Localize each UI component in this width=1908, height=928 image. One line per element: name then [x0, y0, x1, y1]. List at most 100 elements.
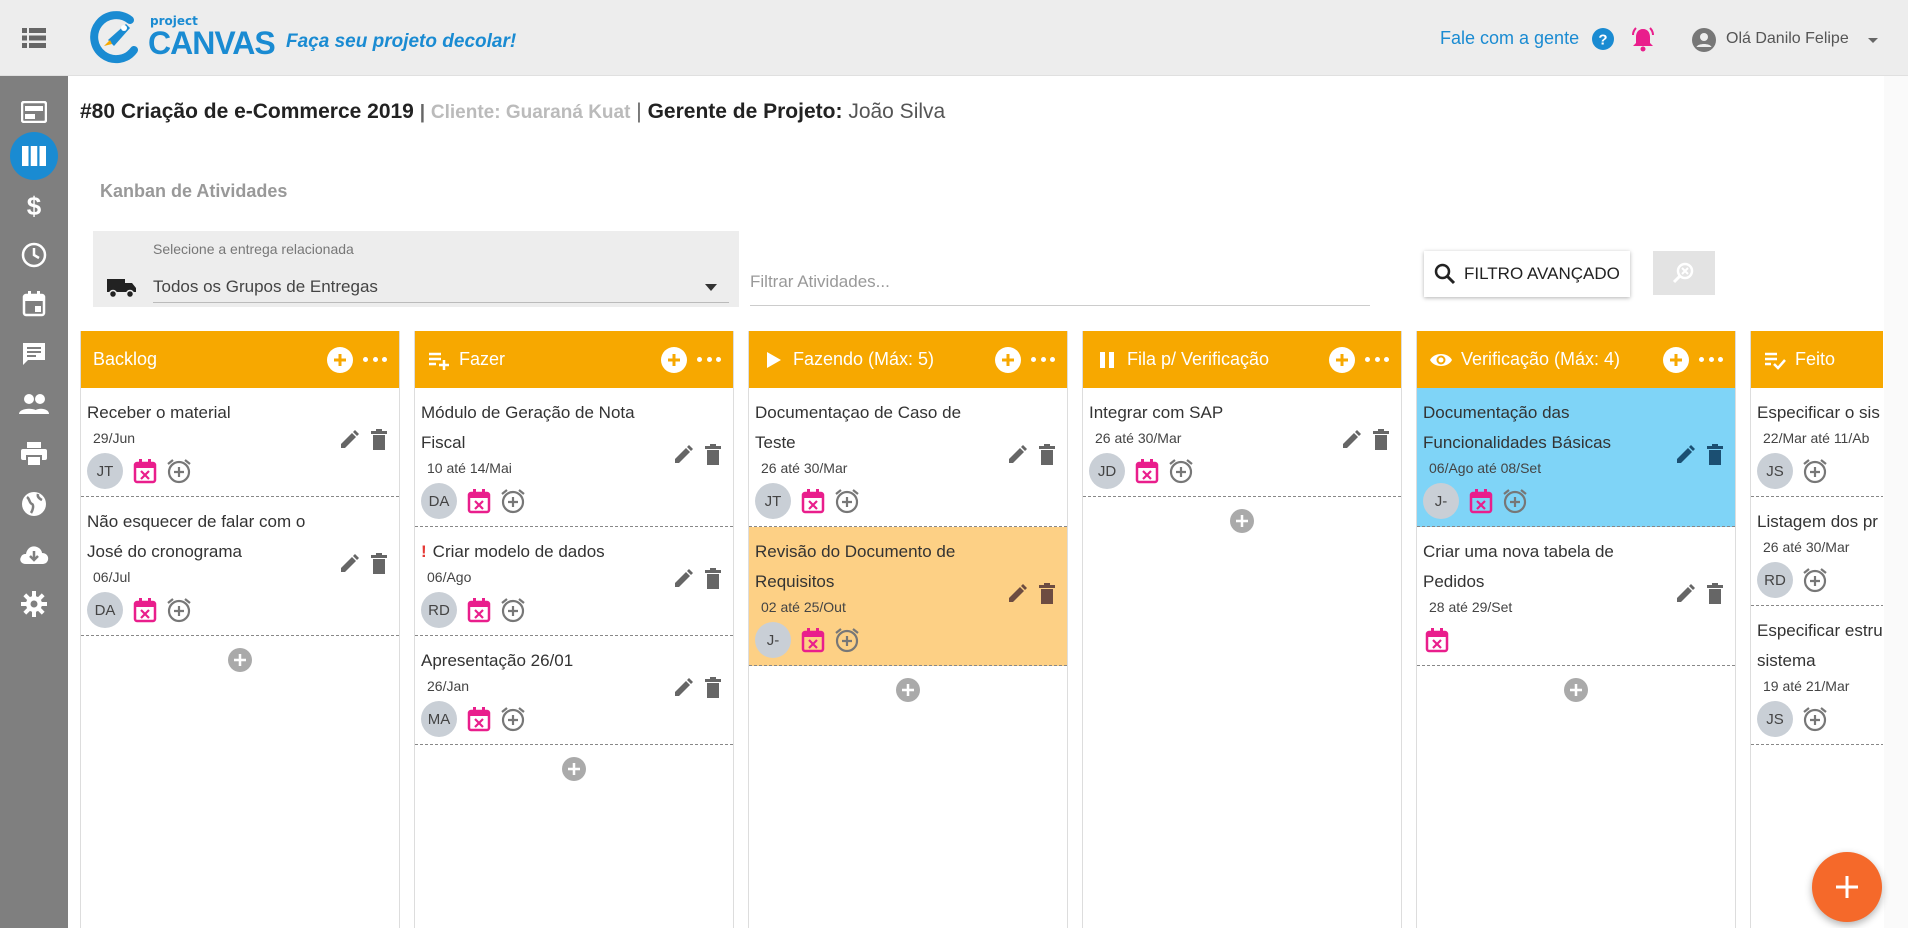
more-options-icon[interactable] — [1699, 357, 1723, 362]
edit-icon[interactable] — [671, 567, 695, 591]
calendar-remove-icon[interactable] — [131, 457, 159, 485]
alarm-add-icon[interactable] — [1501, 487, 1529, 515]
filter-activities-input[interactable] — [750, 258, 1370, 306]
task-card[interactable]: Especificar o sis 22/Mar até 11/Ab JS — [1751, 388, 1883, 497]
avatar[interactable]: JD — [1089, 453, 1125, 489]
delete-icon[interactable] — [701, 676, 725, 700]
sidebar-item-messages[interactable] — [9, 330, 59, 378]
task-card[interactable]: ! Criar modelo de dados 06/Ago RD — [415, 527, 733, 636]
calendar-remove-icon[interactable] — [799, 487, 827, 515]
sidebar-item-print[interactable] — [9, 430, 59, 478]
alarm-add-icon[interactable] — [499, 487, 527, 515]
delete-icon[interactable] — [1035, 443, 1059, 467]
task-card[interactable]: Documentação das Funcionalidades Básicas… — [1417, 388, 1735, 527]
delivery-select-value[interactable]: Todos os Grupos de Entregas — [153, 277, 378, 297]
delete-icon[interactable] — [1369, 428, 1393, 452]
task-card[interactable]: Revisão do Documento de Requisitos 02 at… — [749, 527, 1067, 666]
calendar-remove-icon[interactable] — [1467, 487, 1495, 515]
clear-search-button[interactable] — [1653, 251, 1715, 295]
alarm-add-icon[interactable] — [1801, 705, 1829, 733]
edit-icon[interactable] — [337, 552, 361, 576]
calendar-remove-icon[interactable] — [465, 487, 493, 515]
task-card[interactable]: Criar uma nova tabela de Pedidos 28 até … — [1417, 527, 1735, 666]
avatar[interactable]: JS — [1757, 453, 1793, 489]
alarm-add-icon[interactable] — [833, 626, 861, 654]
task-card[interactable]: Não esquecer de falar com o José do cron… — [81, 497, 399, 636]
delete-icon[interactable] — [367, 428, 391, 452]
edit-icon[interactable] — [1673, 443, 1697, 467]
add-card-button[interactable] — [749, 666, 1067, 714]
calendar-remove-icon[interactable] — [465, 596, 493, 624]
task-card[interactable]: Documentaçao de Caso de Teste 26 até 30/… — [749, 388, 1067, 527]
calendar-remove-icon[interactable] — [1423, 626, 1451, 654]
add-card-button[interactable] — [661, 346, 687, 373]
add-card-button[interactable] — [1663, 346, 1689, 373]
menu-toggle-button[interactable] — [0, 0, 68, 76]
sidebar-item-finance[interactable]: $ — [9, 182, 59, 230]
add-card-button[interactable] — [1417, 666, 1735, 714]
avatar[interactable]: JT — [755, 483, 791, 519]
delete-icon[interactable] — [701, 567, 725, 591]
add-card-button[interactable] — [1083, 497, 1401, 545]
sidebar-item-download[interactable] — [9, 530, 59, 578]
edit-icon[interactable] — [1339, 428, 1363, 452]
more-options-icon[interactable] — [1365, 357, 1389, 362]
delete-icon[interactable] — [1703, 582, 1727, 606]
alarm-add-icon[interactable] — [1167, 457, 1195, 485]
sidebar-item-calendar[interactable] — [9, 280, 59, 328]
sidebar-item-dashboard[interactable] — [9, 88, 59, 136]
avatar[interactable]: J- — [755, 622, 791, 658]
avatar[interactable]: DA — [87, 592, 123, 628]
delete-icon[interactable] — [1035, 582, 1059, 606]
advanced-filter-button[interactable]: FILTRO AVANÇADO — [1424, 251, 1630, 297]
sidebar-item-web[interactable] — [9, 480, 59, 528]
edit-icon[interactable] — [1673, 582, 1697, 606]
task-card[interactable]: Integrar com SAP 26 até 30/Mar JD — [1083, 388, 1401, 497]
avatar[interactable]: MA — [421, 701, 457, 737]
task-card[interactable]: Listagem dos pr 26 até 30/Mar RD — [1751, 497, 1883, 606]
edit-icon[interactable] — [1005, 443, 1029, 467]
bell-icon[interactable] — [1630, 26, 1656, 52]
add-card-button[interactable] — [415, 745, 733, 793]
logo[interactable]: project CANVAS — [86, 10, 276, 64]
more-options-icon[interactable] — [363, 357, 387, 362]
more-options-icon[interactable] — [1031, 357, 1055, 362]
more-options-icon[interactable] — [697, 357, 721, 362]
add-card-button[interactable] — [995, 346, 1021, 373]
user-avatar-icon[interactable] — [1692, 28, 1716, 52]
sidebar-item-time[interactable] — [9, 231, 59, 279]
user-menu-caret-icon[interactable] — [1868, 38, 1878, 43]
avatar[interactable]: RD — [421, 592, 457, 628]
edit-icon[interactable] — [671, 676, 695, 700]
alarm-add-icon[interactable] — [499, 705, 527, 733]
task-card[interactable]: Especificar estru sistema 19 até 21/Mar … — [1751, 606, 1883, 745]
alarm-add-icon[interactable] — [165, 596, 193, 624]
delivery-select[interactable]: Selecione a entrega relacionada Todos os… — [93, 231, 739, 307]
task-card[interactable]: Receber o material 29/Jun JT — [81, 388, 399, 497]
chevron-down-icon[interactable] — [705, 284, 717, 291]
add-activity-fab[interactable] — [1812, 852, 1882, 922]
sidebar-item-settings[interactable] — [9, 580, 59, 628]
user-greeting[interactable]: Olá Danilo Felipe — [1726, 30, 1849, 48]
calendar-remove-icon[interactable] — [1133, 457, 1161, 485]
edit-icon[interactable] — [1005, 582, 1029, 606]
delete-icon[interactable] — [701, 443, 725, 467]
edit-icon[interactable] — [671, 443, 695, 467]
alarm-add-icon[interactable] — [1801, 457, 1829, 485]
delete-icon[interactable] — [1703, 443, 1727, 467]
alarm-add-icon[interactable] — [165, 457, 193, 485]
calendar-remove-icon[interactable] — [799, 626, 827, 654]
edit-icon[interactable] — [337, 428, 361, 452]
contact-link[interactable]: Fale com a gente — [1440, 28, 1579, 49]
sidebar-item-team[interactable] — [9, 380, 59, 428]
task-card[interactable]: Apresentação 26/01 26/Jan MA — [415, 636, 733, 745]
delete-icon[interactable] — [367, 552, 391, 576]
avatar[interactable]: RD — [1757, 562, 1793, 598]
avatar[interactable]: JS — [1757, 701, 1793, 737]
alarm-add-icon[interactable] — [1801, 566, 1829, 594]
help-icon[interactable]: ? — [1592, 28, 1614, 50]
avatar[interactable]: DA — [421, 483, 457, 519]
calendar-remove-icon[interactable] — [131, 596, 159, 624]
avatar[interactable]: J- — [1423, 483, 1459, 519]
add-card-button[interactable] — [1329, 346, 1355, 373]
